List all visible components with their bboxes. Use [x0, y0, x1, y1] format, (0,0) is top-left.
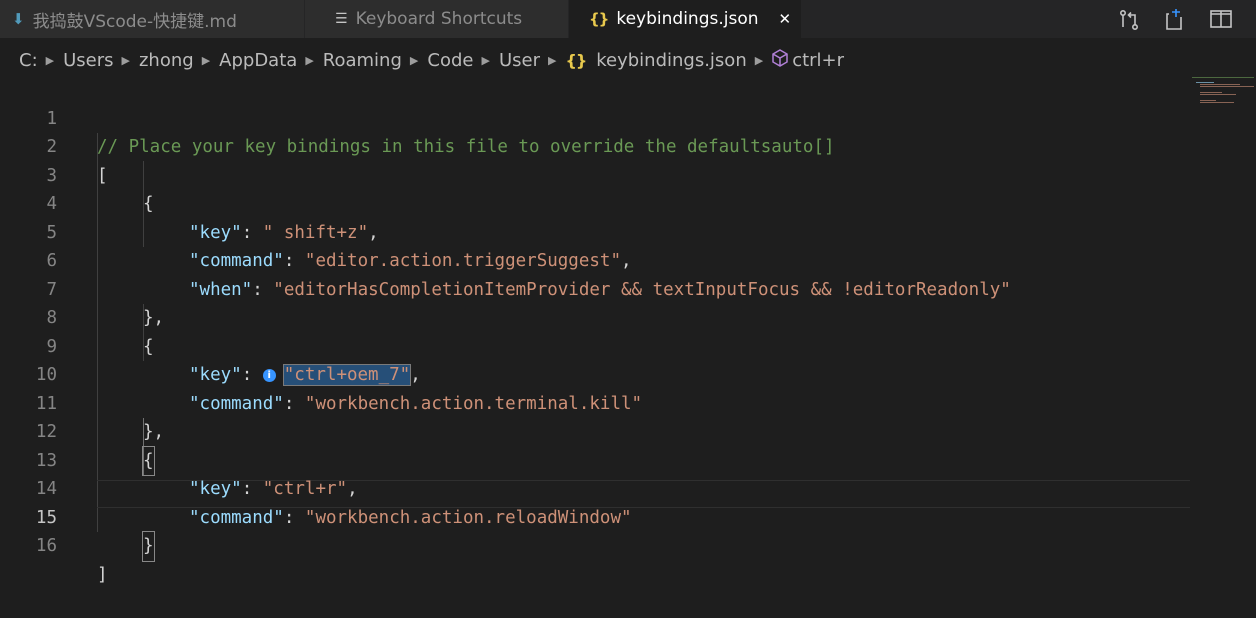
code-line: 8 {: [0, 276, 153, 357]
breadcrumb-item[interactable]: ctrl+r: [792, 50, 844, 71]
json-key: "when": [189, 279, 253, 300]
json-value: "ctrl+r": [262, 479, 348, 499]
code-line: 7 },: [0, 247, 164, 329]
editor-actions: [1118, 0, 1256, 38]
json-end: ,: [620, 251, 632, 271]
indent-guide: [97, 133, 98, 532]
code-line: 2 [: [0, 105, 107, 186]
markdown-download-icon: ⬇: [12, 10, 25, 28]
json-sep: :: [241, 479, 263, 499]
chevron-right-icon: ▶: [121, 53, 130, 67]
close-icon[interactable]: ✕: [779, 10, 792, 28]
code-line: 1 // Place your key bindings in this fil…: [0, 76, 834, 158]
json-sep: :: [283, 251, 305, 271]
breadcrumb-item[interactable]: Roaming: [323, 50, 402, 71]
tab-bar: ⬇ 我捣鼓VScode-快捷键.md ☰ Keyboard Shortcuts …: [0, 0, 1256, 38]
json-end: ,: [368, 222, 379, 243]
code-line: 11 },: [0, 361, 164, 443]
json-key: "command": [189, 251, 284, 271]
json-value: "workbench.action.terminal.kill": [304, 393, 643, 414]
breadcrumb-item[interactable]: zhong: [139, 50, 194, 71]
tab-keyboard-shortcuts[interactable]: ☰ Keyboard Shortcuts: [305, 0, 569, 38]
matching-bracket: {: [142, 445, 155, 476]
code-line: 3 {: [0, 133, 153, 215]
comment: // Place your key bindings in this file …: [97, 137, 835, 157]
tab-label: keybindings.json: [616, 9, 759, 29]
code-text: {: [143, 336, 154, 357]
chevron-right-icon: ▶: [754, 53, 764, 67]
breadcrumb-item[interactable]: Code: [427, 50, 473, 71]
json-key: "key": [189, 479, 242, 499]
json-value: "workbench.action.reloadWindow": [304, 507, 632, 528]
breadcrumb-item[interactable]: C:: [19, 50, 38, 71]
json-key: "command": [189, 393, 284, 414]
matching-bracket: }: [142, 531, 155, 562]
code-line: 9 "key": i "ctrl+oem_7",: [0, 304, 421, 386]
chevron-right-icon: ▶: [409, 53, 419, 67]
json-braces-icon: {}: [589, 10, 609, 28]
chevron-right-icon: ▶: [201, 53, 211, 67]
code-line: 16 ]: [0, 504, 108, 585]
code-line: 13 "key": "ctrl+r",: [0, 418, 358, 500]
code-line: 5 "command": "editor.action.triggerSugge…: [0, 190, 631, 272]
json-key: "key": [189, 365, 242, 385]
tab-label: 我捣鼓VScode-快捷键.md: [32, 11, 237, 32]
info-icon[interactable]: i: [262, 369, 276, 382]
minimap[interactable]: [1190, 76, 1256, 593]
json-end: ,: [410, 365, 421, 385]
code-editor[interactable]: 1 // Place your key bindings in this fil…: [0, 76, 1190, 593]
code-line: 15 }: [0, 475, 155, 562]
code-text: {: [143, 194, 154, 214]
code-text: [: [97, 165, 108, 186]
breadcrumb-item[interactable]: User: [499, 50, 540, 71]
json-value: "editorHasCompletionItemProvider && text…: [273, 279, 1011, 300]
code-line: 14 "command": "workbench.action.reloadWi…: [0, 447, 632, 528]
code-line: 4 "key": " shift+z",: [0, 162, 378, 243]
symbol-object-icon: [772, 48, 788, 72]
json-sep: :: [241, 222, 263, 243]
breadcrumb-item[interactable]: Users: [63, 50, 113, 71]
tab-markdown-file[interactable]: ⬇ 我捣鼓VScode-快捷键.md: [0, 0, 305, 38]
code-line: 6 "when": "editorHasCompletionItemProvid…: [0, 219, 1010, 300]
json-key: "key": [189, 222, 242, 243]
breadcrumb-item[interactable]: keybindings.json: [596, 50, 747, 71]
tab-label: Keyboard Shortcuts: [355, 9, 523, 29]
breadcrumb-item[interactable]: AppData: [219, 50, 297, 71]
code-text: ]: [97, 564, 108, 585]
chevron-right-icon: ▶: [547, 53, 557, 67]
json-sep: :: [252, 279, 274, 300]
json-sep: :: [283, 507, 305, 528]
line-number: 16: [35, 536, 57, 556]
json-value: "editor.action.triggerSuggest": [304, 251, 621, 271]
chevron-right-icon: ▶: [481, 53, 490, 67]
json-sep: :: [283, 393, 305, 414]
code-text: },: [143, 308, 165, 328]
open-preview-icon[interactable]: [1164, 9, 1184, 30]
split-editor-icon[interactable]: [1210, 9, 1232, 29]
json-value: " shift+z": [262, 222, 369, 243]
code-text: },: [143, 422, 165, 442]
code-line: 12 {: [0, 390, 155, 476]
chevron-right-icon: ▶: [305, 53, 314, 67]
code-line: 10 "command": "workbench.action.terminal…: [0, 333, 642, 414]
list-icon: ☰: [335, 11, 348, 27]
tab-keybindings-json[interactable]: {} keybindings.json ✕: [569, 0, 802, 38]
chevron-right-icon: ▶: [45, 53, 55, 67]
json-key: "command": [189, 507, 284, 528]
json-sep: :: [241, 365, 263, 385]
json-value-selected: "ctrl+oem_7": [282, 364, 412, 386]
json-end: ,: [347, 479, 358, 499]
json-braces-icon: {}: [565, 50, 587, 70]
open-changes-icon[interactable]: [1118, 9, 1139, 31]
